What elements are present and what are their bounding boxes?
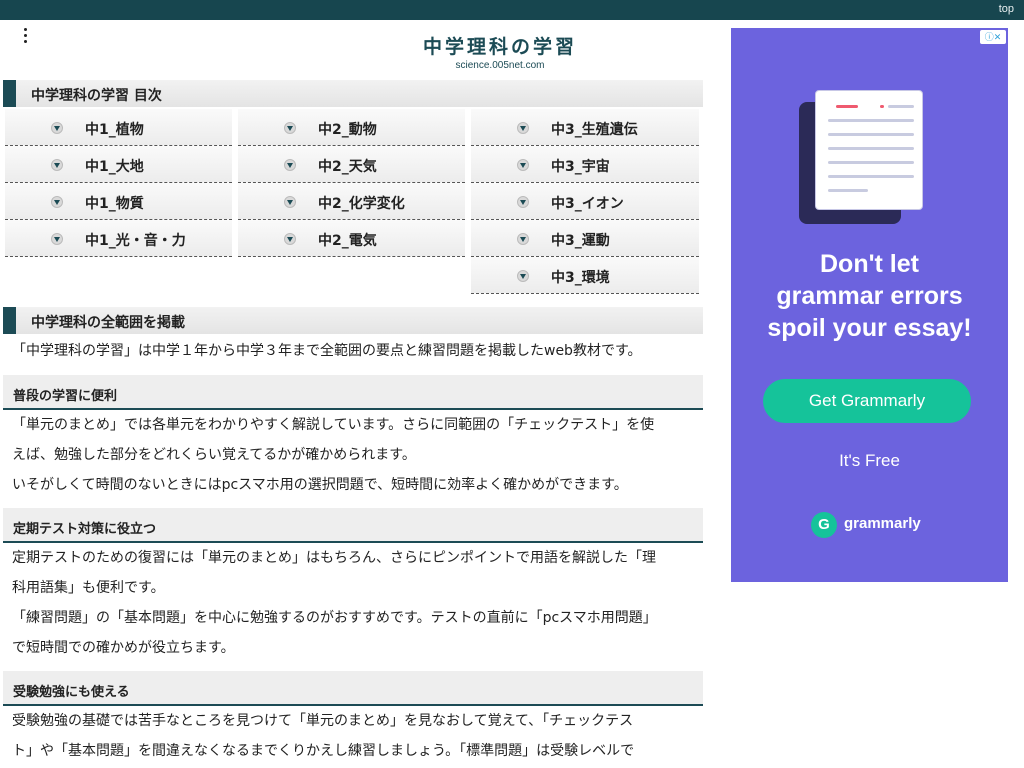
triangle-down-icon [284,159,296,171]
grammarly-logo-icon: G [811,512,837,538]
toc-link[interactable]: 中1_植物 [5,109,232,146]
about-heading-label: 中学理科の全範囲を掲載 [31,315,185,331]
toc-link[interactable]: 中2_動物 [238,109,465,146]
toc-link[interactable]: 中1_大地 [5,146,232,183]
toc-column-1: 中1_植物 中1_大地 中1_物質 中1_光・音・力 [5,109,232,257]
section-heading: 普段の学習に便利 [3,375,703,410]
toc-link[interactable]: 中3_環境 [471,257,699,294]
menu-dots-icon[interactable] [20,26,32,46]
section-body: 定期テストのための復習には「単元のまとめ」はもちろん、さらにピンポイントで用語を… [12,550,657,656]
triangle-down-icon [51,233,63,245]
document-illustration-icon [815,90,923,210]
grammarly-ad[interactable]: ⓘ✕ Don't let grammar errors spoil your e… [731,28,1008,582]
toc-link[interactable]: 中3_イオン [471,183,699,220]
main-content: 中学理科の学習 science.005net.com 中学理科の学習 目次 中1… [0,20,716,768]
brand-name: grammarly [844,515,921,532]
section-heading: 受験勉強にも使える [3,671,703,706]
triangle-down-icon [284,196,296,208]
triangle-down-icon [51,122,63,134]
toc-link[interactable]: 中3_生殖遺伝 [471,109,699,146]
site-title[interactable]: 中学理科の学習 [300,32,700,59]
section-body: 受験勉強の基礎では苦手なところを見つけて「単元のまとめ」を見なおして覚えて、「チ… [12,713,635,759]
triangle-down-icon [51,159,63,171]
toc-heading: 中学理科の学習 目次 [3,80,703,107]
site-url: science.005net.com [455,60,545,71]
top-link[interactable]: top [999,3,1014,15]
toc-column-2: 中2_動物 中2_天気 中2_化学変化 中2_電気 [238,109,465,257]
ad-subtext: It's Free [839,451,900,470]
triangle-down-icon [517,196,529,208]
intro-text: 「中学理科の学習」は中学１年から中学３年まで全範囲の要点と練習問題を掲載したwe… [12,343,642,359]
toc-link[interactable]: 中3_運動 [471,220,699,257]
triangle-down-icon [517,270,529,282]
toc-heading-label: 中学理科の学習 目次 [31,88,162,104]
section-heading: 定期テスト対策に役立つ [3,508,703,543]
triangle-down-icon [284,122,296,134]
get-grammarly-button[interactable]: Get Grammarly [763,379,971,423]
section-body: 「単元のまとめ」では各単元をわかりやすく解説しています。さらに同範囲の「チェック… [12,417,655,493]
toc-link[interactable]: 中1_光・音・力 [5,220,232,257]
triangle-down-icon [517,233,529,245]
about-heading: 中学理科の全範囲を掲載 [3,307,703,334]
site-header[interactable]: 中学理科の学習 science.005net.com [300,32,700,71]
toc-link[interactable]: 中3_宇宙 [471,146,699,183]
triangle-down-icon [517,122,529,134]
toc-link[interactable]: 中2_化学変化 [238,183,465,220]
toc-column-3: 中3_生殖遺伝 中3_宇宙 中3_イオン 中3_運動 中3_環境 [471,109,699,294]
toc-link[interactable]: 中2_天気 [238,146,465,183]
triangle-down-icon [284,233,296,245]
ad-headline: Don't let grammar errors spoil your essa… [767,250,972,342]
toc-link[interactable]: 中1_物質 [5,183,232,220]
toc-link[interactable]: 中2_電気 [238,220,465,257]
top-bar: top [0,0,1024,20]
adchoices-close-icon[interactable]: ⓘ✕ [980,30,1006,44]
triangle-down-icon [51,196,63,208]
triangle-down-icon [517,159,529,171]
